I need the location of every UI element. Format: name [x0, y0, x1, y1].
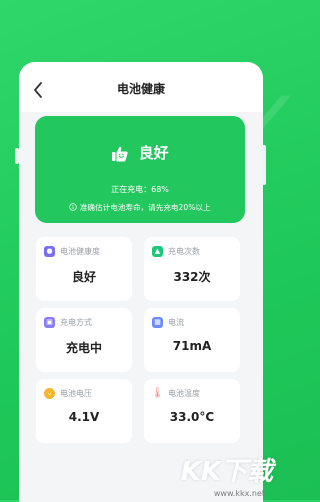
- temperature-card: 🌡 电池温度 33.0°C: [144, 379, 240, 443]
- card-value: 良好: [71, 270, 96, 284]
- temperature-icon: 🌡: [151, 387, 164, 399]
- card-label: 电流: [168, 318, 184, 327]
- card-value: 4.1V: [68, 410, 100, 424]
- thumbs-up-icon: [112, 146, 128, 161]
- battery-status-text: 良好: [138, 144, 169, 162]
- battery-tip: 准确估计电池寿命，请先充电20%以上: [35, 202, 245, 213]
- page-title: 电池健康: [116, 82, 165, 96]
- card-label: 充电方式: [60, 318, 92, 327]
- current-icon: ▦: [152, 317, 163, 328]
- card-header: ▦ 电流: [152, 317, 184, 328]
- charging-percentage: 正在充电：68%: [111, 185, 169, 194]
- battery-health-card: ● 电池健康度 良好: [36, 237, 132, 301]
- card-header: ▲ 充电次数: [152, 246, 200, 257]
- battery-tip-text: 准确估计电池寿命，请先充电20%以上: [79, 203, 211, 212]
- card-value: 71mA: [172, 339, 212, 353]
- battery-status-card: 良好 正在充电：68% 准确估计电池寿命，请先充电20%以上: [35, 116, 245, 223]
- charge-count-card: ▲ 充电次数 332次: [144, 237, 240, 301]
- battery-status: 良好: [35, 142, 245, 163]
- charge-count-icon: ▲: [152, 246, 163, 257]
- current-card: ▦ 电流 71mA: [144, 308, 240, 372]
- voltage-card: ⌄ 电池电压 4.1V: [36, 379, 132, 443]
- card-header: ● 电池健康度: [44, 246, 100, 257]
- card-header: 🌡 电池温度: [151, 387, 200, 399]
- card-value: 332次: [173, 270, 211, 284]
- info-icon: [69, 203, 78, 211]
- card-value: 充电中: [65, 341, 102, 355]
- card-label: 电池温度: [168, 389, 200, 398]
- watermark-brand: KK下载: [180, 457, 273, 487]
- phone-frame: 电池健康 良好 正在充电：68% 准确估计电池寿命，请先充电20%以上 ● 电池…: [19, 62, 263, 502]
- top-bar: 电池健康: [19, 62, 263, 118]
- card-header: ⌄ 电池电压: [44, 388, 92, 399]
- card-header: ▣ 充电方式: [44, 317, 92, 328]
- card-label: 充电次数: [168, 247, 200, 256]
- charge-mode-card: ▣ 充电方式 充电中: [36, 308, 132, 372]
- battery-health-icon: ●: [44, 246, 55, 257]
- card-label: 电池电压: [60, 389, 92, 398]
- card-label: 电池健康度: [60, 247, 100, 256]
- watermark-logo: KK下载: [181, 451, 273, 488]
- voltage-icon: ⌄: [44, 388, 55, 399]
- main-content: 良好 正在充电：68% 准确估计电池寿命，请先充电20%以上 ● 电池健康度 良…: [19, 112, 263, 502]
- charge-mode-icon: ▣: [44, 317, 55, 328]
- card-value: 33.0°C: [169, 410, 215, 424]
- watermark-url: www.kkx.net: [213, 489, 265, 498]
